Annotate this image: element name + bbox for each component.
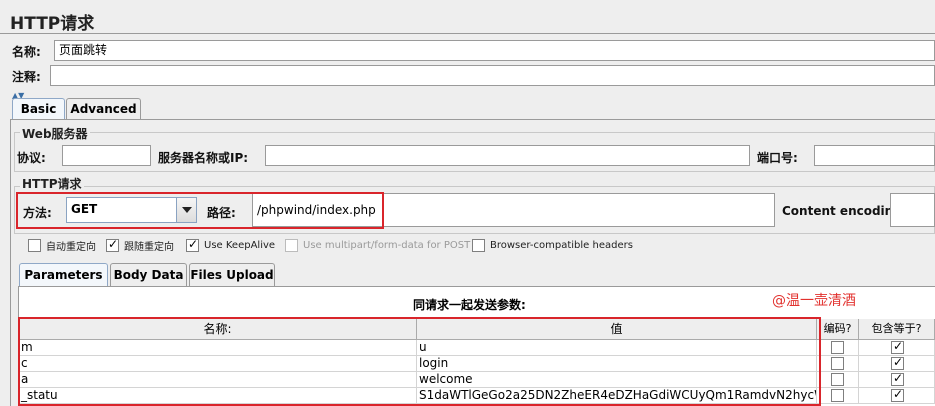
include-equals-checkbox[interactable] (891, 339, 904, 354)
http-request-group-title: HTTP请求 (20, 175, 84, 192)
title-divider (0, 33, 935, 34)
encode-checkbox[interactable] (831, 357, 844, 370)
multipart-option: Use multipart/form-data for POST (285, 238, 470, 252)
keepalive-option[interactable]: Use KeepAlive (186, 237, 276, 252)
browser-compatible-option[interactable]: Browser-compatible headers (472, 238, 633, 252)
encode-checkbox[interactable] (831, 389, 844, 402)
comment-input[interactable] (50, 65, 935, 86)
tab-advanced[interactable]: Advanced (66, 98, 141, 120)
comment-label: 注释: (12, 70, 41, 84)
tab-parameters[interactable]: Parameters (19, 263, 108, 286)
keepalive-label: Use KeepAlive (204, 239, 276, 251)
watermark: @温一壶清酒 (772, 293, 856, 309)
auto-redirect-checkbox[interactable] (28, 238, 41, 252)
browser-compatible-label: Browser-compatible headers (490, 239, 633, 251)
keepalive-checkbox[interactable] (186, 237, 199, 252)
parameters-caption: 同请求一起发送参数: (413, 298, 526, 312)
server-input[interactable] (265, 145, 750, 166)
protocol-input[interactable] (62, 145, 151, 166)
tab-body-data[interactable]: Body Data (110, 263, 187, 286)
server-label: 服务器名称或IP: (158, 151, 249, 165)
collapse-handle[interactable]: ▲▼ (12, 87, 42, 100)
tab-files-upload[interactable]: Files Upload (189, 263, 275, 286)
multipart-label: Use multipart/form-data for POST (303, 239, 471, 251)
browser-compatible-checkbox[interactable] (472, 238, 485, 252)
tab-basic[interactable]: Basic (12, 98, 65, 120)
column-header-include-equals[interactable]: 包含等于? (859, 319, 935, 340)
page-title: HTTP请求 (10, 14, 95, 34)
auto-redirect-option[interactable]: 自动重定向 (28, 238, 96, 253)
follow-redirects-label: 跟随重定向 (124, 241, 174, 253)
encode-checkbox[interactable] (831, 341, 844, 354)
parameters-highlight (18, 317, 821, 406)
protocol-label: 协议: (17, 151, 46, 165)
column-header-encode[interactable]: 编码? (817, 319, 859, 340)
port-label: 端口号: (757, 151, 798, 165)
tab-panel-border (10, 119, 935, 120)
name-input[interactable]: 页面跳转 (54, 40, 935, 61)
content-encoding-input[interactable] (890, 193, 935, 227)
auto-redirect-label: 自动重定向 (46, 241, 96, 253)
follow-redirects-checkbox[interactable] (106, 237, 119, 252)
follow-redirects-option[interactable]: 跟随重定向 (106, 237, 174, 253)
include-equals-checkbox[interactable] (891, 355, 904, 370)
include-equals-checkbox[interactable] (891, 371, 904, 386)
web-server-group-title: Web服务器 (20, 125, 90, 142)
include-equals-checkbox[interactable] (891, 387, 904, 402)
multipart-checkbox (285, 238, 298, 252)
tab-panel-left-border (10, 119, 11, 406)
method-path-highlight (16, 192, 384, 229)
encode-checkbox[interactable] (831, 373, 844, 386)
port-input[interactable] (814, 145, 935, 166)
name-label: 名称: (12, 45, 41, 59)
content-encoding-label: Content encoding: (782, 204, 907, 218)
